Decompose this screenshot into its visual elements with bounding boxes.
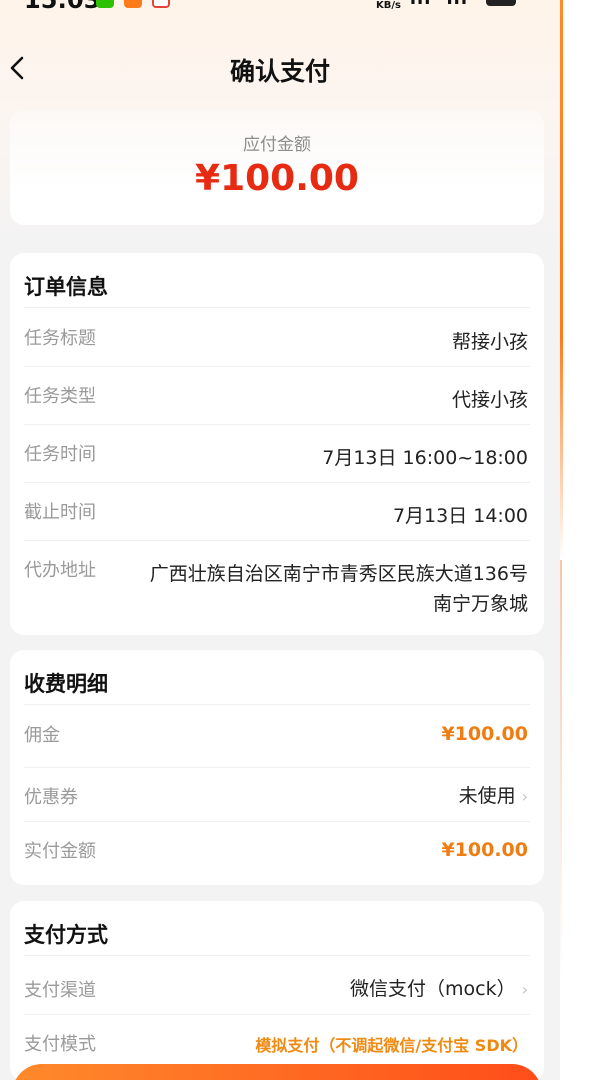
payment-channel-selector[interactable]: 微信支付（mock） › [350, 974, 528, 1001]
page-title: 确认支付 [229, 57, 330, 86]
status-time: 15:03 [24, 0, 101, 14]
actual-paid-value: ¥100.00 [441, 839, 528, 861]
commission-value: ¥100.00 [441, 723, 528, 745]
edge-accent-fade [560, 560, 562, 980]
row-label: 任务标题 [24, 328, 96, 349]
divider [24, 540, 530, 541]
app-notification-icon [124, 0, 142, 8]
chevron-right-icon: › [521, 787, 528, 806]
card-title: 收费明细 [24, 672, 108, 696]
payment-mode-value: 模拟支付（不调起微信/支付宝 SDK） [255, 1032, 528, 1056]
row-value: 帮接小孩 [451, 331, 528, 353]
row-value: 7月13日 14:00 [392, 505, 528, 527]
coupon-value: 未使用 [458, 785, 516, 807]
row-label: 优惠券 [24, 787, 78, 808]
pay-button[interactable] [12, 1064, 542, 1080]
divider [24, 1014, 530, 1015]
row-label: 实付金额 [24, 841, 96, 862]
payment-method-card: 支付方式 支付渠道 微信支付（mock） › 支付模式 模拟支付（不调起微信/支付… [10, 901, 544, 1080]
divider [24, 307, 530, 308]
card-title: 支付方式 [24, 923, 108, 947]
card-title: 订单信息 [24, 275, 108, 299]
status-bar: 15:03 KB/s ·ıll ·ıll 78 [0, 0, 560, 16]
confirm-payment-page: 15:03 KB/s ·ıll ·ıll 78 确认支付 应付金额 ¥100.0… [0, 0, 560, 1080]
app-notification-icon-2 [152, 0, 170, 8]
divider [24, 482, 530, 483]
battery-icon: 78 [486, 0, 516, 6]
address-line-2: 南宁万象城 [432, 593, 528, 615]
address-line-1: 广西壮族自治区南宁市青秀区民族大道136号 [149, 563, 528, 585]
amount-value: ¥100.00 [195, 158, 359, 199]
row-label: 任务时间 [24, 444, 96, 465]
divider [24, 767, 530, 768]
row-value: 7月13日 16:00~18:00 [322, 447, 528, 469]
payment-mode-text: 模拟支付（不调起微信/支付宝 SDK） [255, 1036, 528, 1055]
side-panel-edge [560, 0, 607, 1080]
network-speed: KB/s [376, 0, 401, 11]
row-value: 代接小孩 [451, 389, 528, 411]
row-label: 支付模式 [24, 1034, 96, 1055]
divider [24, 366, 530, 367]
divider [24, 955, 530, 956]
payment-channel-value: 微信支付（mock） [350, 978, 516, 1000]
edge-accent [560, 0, 563, 560]
row-label: 任务类型 [24, 386, 96, 407]
row-label: 支付渠道 [24, 980, 96, 1001]
divider [24, 704, 530, 705]
signal-icon: ·ıll ·ıll [402, 0, 468, 9]
row-label: 截止时间 [24, 502, 96, 523]
row-label: 佣金 [24, 725, 60, 746]
row-label: 代办地址 [24, 560, 96, 581]
wechat-notification-icon [96, 0, 114, 8]
fee-detail-card: 收费明细 佣金 ¥100.00 优惠券 未使用 › 实付金额 ¥100.00 [10, 650, 544, 885]
chevron-right-icon: › [521, 980, 528, 999]
nav-bar: 确认支付 [0, 44, 560, 94]
divider [24, 424, 530, 425]
amount-label: 应付金额 [243, 135, 311, 155]
order-info-card: 订单信息 任务标题 帮接小孩 任务类型 代接小孩 任务时间 7月13日 16:0… [10, 253, 544, 635]
divider [24, 821, 530, 822]
coupon-selector[interactable]: 未使用 › [459, 781, 528, 808]
amount-card: 应付金额 ¥100.00 [10, 110, 544, 225]
